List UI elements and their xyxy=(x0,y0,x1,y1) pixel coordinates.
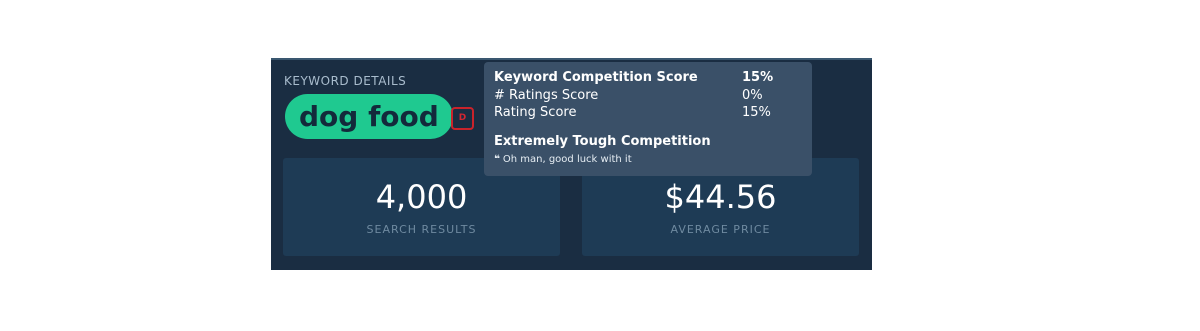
average-price-label: AVERAGE PRICE xyxy=(670,223,771,236)
tooltip-row-competition-score: Keyword Competition Score 15% xyxy=(494,70,773,86)
tooltip-row-value: 0% xyxy=(742,88,763,103)
competition-tooltip: Keyword Competition Score 15% # Ratings … xyxy=(484,62,812,176)
competition-grade-badge[interactable]: D xyxy=(451,107,474,130)
competition-verdict: Extremely Tough Competition xyxy=(494,134,711,149)
tooltip-note-text: Oh man, good luck with it xyxy=(502,154,632,165)
tooltip-row-label: Rating Score xyxy=(494,105,577,120)
tooltip-row-ratings-score: # Ratings Score 0% xyxy=(494,88,763,104)
keyword-pill: dog food xyxy=(285,94,453,139)
section-label: KEYWORD DETAILS xyxy=(284,74,407,88)
tooltip-row-value: 15% xyxy=(742,70,774,85)
tooltip-row-label: # Ratings Score xyxy=(494,88,599,103)
tooltip-row-value: 15% xyxy=(742,105,771,120)
tooltip-row-label: Keyword Competition Score xyxy=(494,70,698,85)
average-price-value: $44.56 xyxy=(664,178,777,216)
quote-icon: ❝ xyxy=(494,154,500,165)
tooltip-note: ❝ Oh man, good luck with it xyxy=(494,154,632,165)
tooltip-row-rating-score: Rating Score 15% xyxy=(494,105,771,121)
search-results-value: 4,000 xyxy=(375,178,468,216)
search-results-label: SEARCH RESULTS xyxy=(366,223,477,236)
